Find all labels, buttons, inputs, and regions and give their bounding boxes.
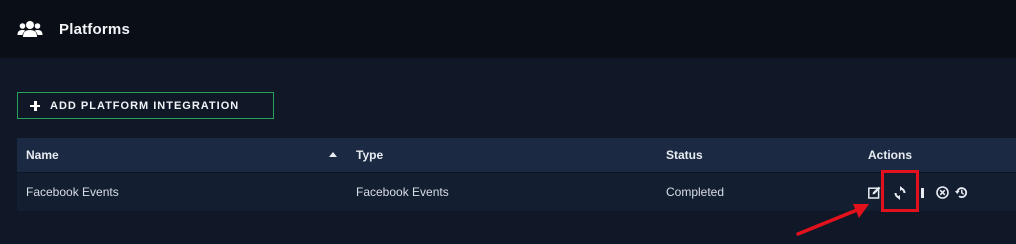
row-status: Completed	[666, 185, 725, 199]
row-name: Facebook Events	[26, 185, 119, 199]
page-title: Platforms	[59, 20, 130, 38]
platforms-page: Platforms ADD PLATFORM INTEGRATION Name …	[0, 0, 1016, 244]
sync-highlight-box	[881, 170, 919, 212]
sort-ascending-icon[interactable]	[329, 152, 337, 157]
cancel-icon[interactable]	[936, 186, 949, 199]
column-header-actions: Actions	[868, 148, 913, 162]
page-header: Platforms	[0, 0, 1016, 58]
history-icon[interactable]	[955, 186, 968, 199]
column-header-name[interactable]: Name	[26, 148, 59, 162]
column-header-type[interactable]: Type	[356, 148, 383, 162]
row-type: Facebook Events	[356, 185, 449, 199]
column-header-status[interactable]: Status	[666, 148, 703, 162]
users-group-icon	[17, 20, 43, 38]
add-platform-integration-button[interactable]: ADD PLATFORM INTEGRATION	[17, 92, 274, 119]
table-header-row: Name Type Status Actions	[17, 138, 1016, 172]
add-platform-integration-label: ADD PLATFORM INTEGRATION	[50, 99, 240, 112]
plus-icon	[30, 100, 40, 111]
pointer-arrow	[796, 204, 869, 236]
